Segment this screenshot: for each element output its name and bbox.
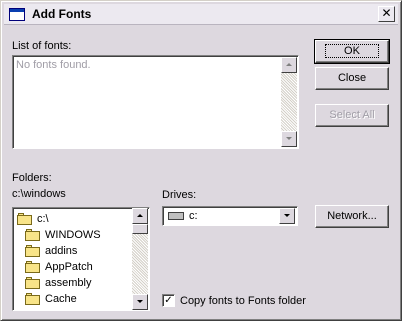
fonts-list-label: List of fonts:	[12, 40, 72, 52]
folder-icon	[25, 277, 41, 289]
dropdown-button[interactable]	[279, 208, 295, 224]
title-bar[interactable]: Add Fonts ✕	[4, 4, 398, 25]
scroll-up-button[interactable]	[281, 57, 297, 73]
folders-listbox[interactable]: c:\ WINDOWS addins AppPatch assembly Cac…	[12, 207, 150, 311]
chevron-down-icon	[286, 137, 292, 140]
folder-icon	[25, 261, 41, 273]
folder-item[interactable]: assembly	[25, 275, 91, 291]
folder-item[interactable]: addins	[25, 243, 77, 259]
fonts-empty-text: No fonts found.	[16, 59, 91, 71]
network-button[interactable]: Network...	[315, 205, 389, 228]
close-icon[interactable]: ✕	[378, 6, 395, 22]
window-title: Add Fonts	[32, 7, 92, 21]
select-all-button[interactable]: Select All	[315, 104, 389, 127]
chevron-up-icon	[137, 214, 143, 217]
scroll-down-button[interactable]	[281, 131, 297, 147]
open-folder-icon	[17, 213, 33, 225]
chevron-down-icon	[137, 300, 143, 303]
open-folder-icon	[25, 229, 41, 241]
fonts-scrollbar[interactable]	[281, 57, 297, 147]
copy-fonts-checkbox[interactable]: ✓	[162, 294, 175, 307]
add-fonts-dialog: Add Fonts ✕ List of fonts: No fonts foun…	[0, 0, 402, 321]
current-path: c:\windows	[12, 188, 66, 200]
hard-drive-icon	[168, 212, 184, 220]
folder-item[interactable]: c:\	[17, 211, 49, 227]
drive-selected-value: c:	[189, 210, 198, 222]
ok-button[interactable]: OK	[314, 39, 390, 64]
drives-label: Drives:	[162, 189, 197, 201]
folder-icon	[25, 293, 41, 305]
window-icon	[9, 8, 25, 21]
folders-label: Folders:	[12, 172, 52, 184]
chevron-up-icon	[286, 63, 292, 66]
folder-icon	[25, 245, 41, 257]
copy-fonts-label: Copy fonts to Fonts folder	[180, 295, 306, 307]
drives-dropdown[interactable]: c:	[162, 206, 298, 226]
folder-item[interactable]: Cache	[25, 291, 77, 307]
scroll-thumb[interactable]	[132, 224, 148, 234]
scroll-up-button[interactable]	[132, 208, 148, 224]
folder-item[interactable]: AppPatch	[25, 259, 93, 275]
fonts-listbox[interactable]: No fonts found.	[12, 55, 299, 149]
close-button[interactable]: Close	[315, 67, 389, 90]
chevron-down-icon	[284, 214, 290, 217]
scroll-down-button[interactable]	[132, 294, 148, 310]
folders-scrollbar[interactable]	[132, 208, 148, 310]
folder-item[interactable]: WINDOWS	[25, 227, 101, 243]
